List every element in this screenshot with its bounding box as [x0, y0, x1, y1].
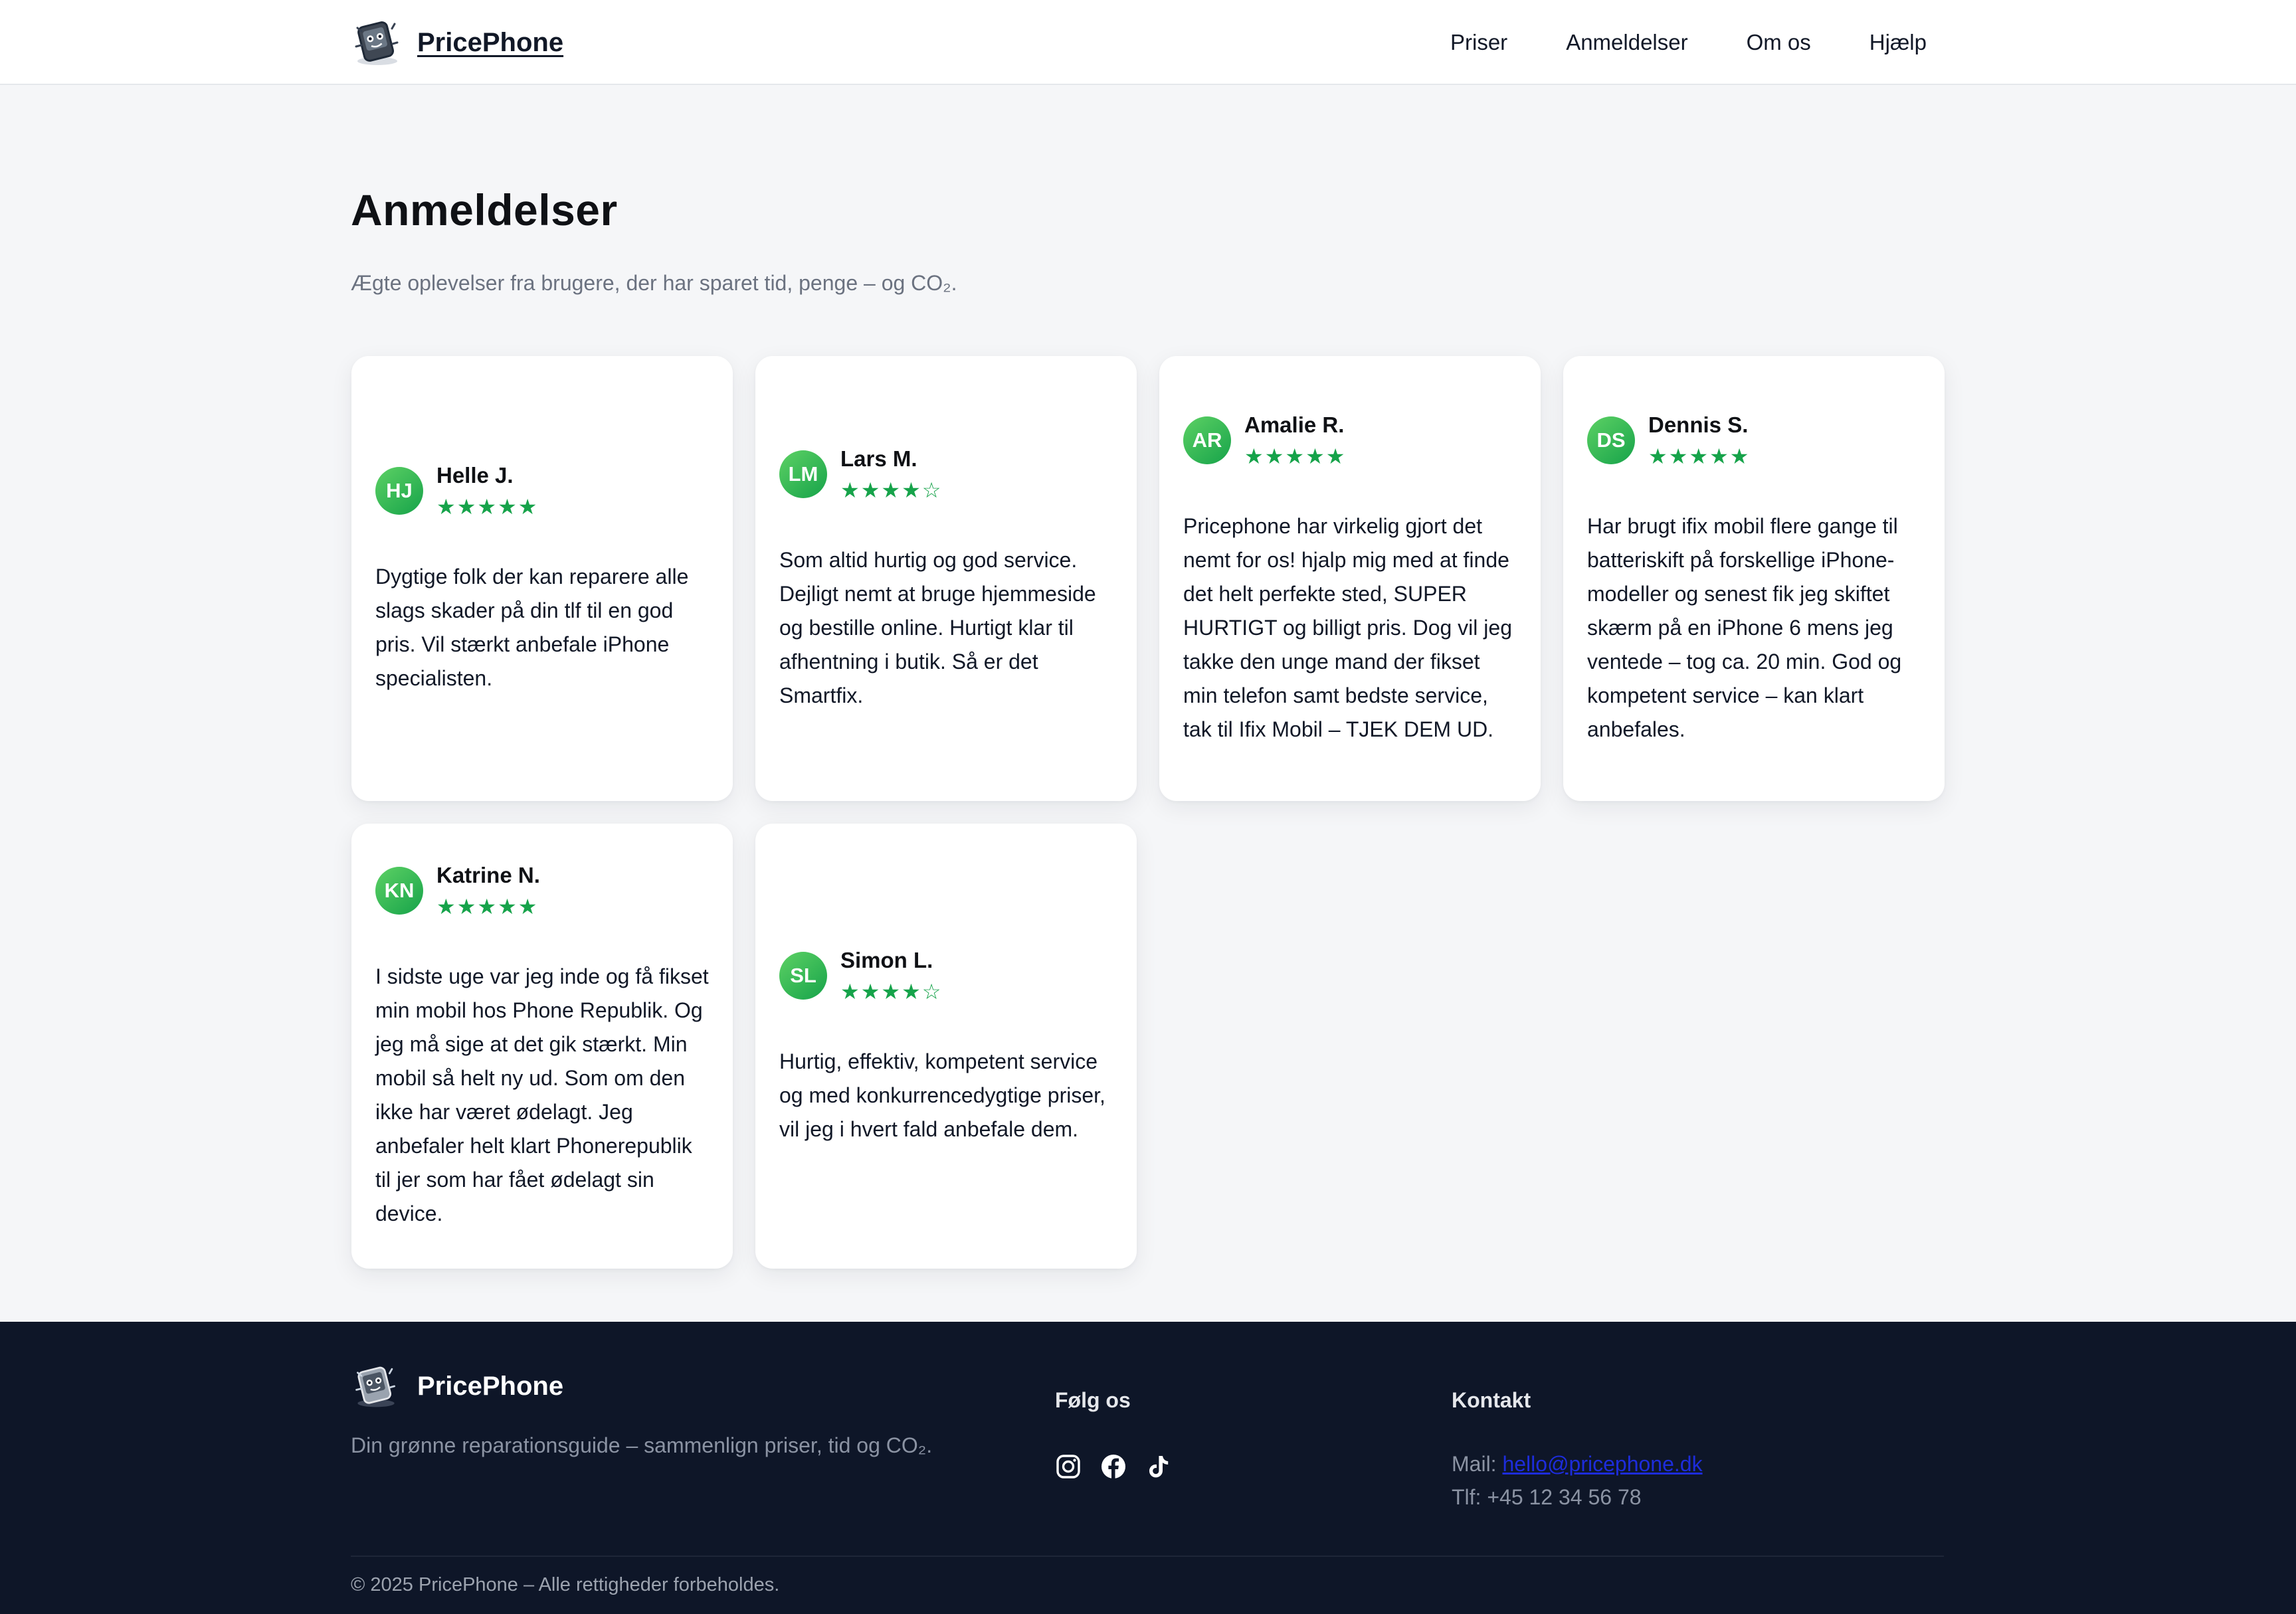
- nav-link-anmeldelser[interactable]: Anmeldelser: [1566, 27, 1687, 58]
- star-rating: ★★★★★: [1244, 444, 1347, 468]
- avatar: LM: [779, 450, 827, 498]
- star-rating: ★★★★★: [436, 895, 539, 919]
- instagram-icon[interactable]: [1055, 1453, 1082, 1480]
- avatar: KN: [375, 867, 423, 915]
- review-card: HJ Helle J. ★★★★★ Dygtige folk der kan r…: [351, 356, 733, 801]
- nav-link-om-os[interactable]: Om os: [1747, 27, 1811, 58]
- review-card: AR Amalie R. ★★★★★ Pricephone har virkel…: [1159, 356, 1541, 801]
- review-header: LM Lars M. ★★★★☆: [779, 445, 1113, 503]
- review-header: DS Dennis S. ★★★★★: [1587, 411, 1921, 470]
- reviewer-name: Simon L.: [840, 947, 933, 972]
- reviewer-info: Helle J. ★★★★★: [436, 462, 538, 520]
- nav-link-priser[interactable]: Priser: [1450, 27, 1507, 58]
- mail-label: Mail:: [1452, 1452, 1497, 1476]
- avatar: HJ: [375, 467, 423, 515]
- review-text: I sidste uge var jeg inde og få fikset m…: [375, 964, 709, 1225]
- review-header: SL Simon L. ★★★★☆: [779, 946, 1113, 1005]
- follow-heading: Følg os: [1055, 1388, 1131, 1412]
- footer-tagline: Din grønne reparationsguide – sammenlign…: [351, 1433, 933, 1457]
- review-text: Pricephone har virkelig gjort det nemt f…: [1183, 513, 1512, 741]
- review-card: KN Katrine N. ★★★★★ I sidste uge var jeg…: [351, 824, 733, 1269]
- review-card: SL Simon L. ★★★★☆ Hurtig, effektiv, komp…: [755, 824, 1137, 1269]
- reviewer-name: Helle J.: [436, 463, 514, 488]
- review-text: Dygtige folk der kan reparere alle slags…: [375, 565, 689, 690]
- avatar: SL: [779, 951, 827, 1000]
- mail-link[interactable]: hello@pricephone.dk: [1502, 1452, 1702, 1476]
- page-subtitle: Ægte oplevelser fra brugere, der har spa…: [351, 271, 957, 295]
- nav-link-hjaelp[interactable]: Hjælp: [1869, 27, 1927, 58]
- review-text: Hurtig, effektiv, kompetent service og m…: [779, 1049, 1105, 1141]
- review-text: Har brugt ifix mobil flere gange til bat…: [1587, 513, 1902, 741]
- phone-mascot-logo-icon: [355, 21, 399, 65]
- reviewer-name: Dennis S.: [1648, 412, 1749, 437]
- copyright-text: © 2025 PricePhone – Alle rettigheder for…: [351, 1574, 780, 1595]
- reviewer-name: Lars M.: [840, 446, 917, 471]
- tiktok-icon[interactable]: [1145, 1453, 1172, 1480]
- reviewer-name: Amalie R.: [1244, 412, 1345, 437]
- avatar: AR: [1183, 416, 1231, 464]
- contact-phone: Tlf: +45 12 34 56 78: [1452, 1485, 1642, 1509]
- brand-link[interactable]: PricePhone: [351, 17, 563, 68]
- avatar: DS: [1587, 416, 1635, 464]
- review-text: Som altid hurtig og god service. Dejligt…: [779, 547, 1096, 707]
- reviewer-info: Simon L. ★★★★☆: [840, 946, 942, 1005]
- main-nav: Priser Anmeldelser Om os Hjælp: [1450, 27, 1927, 58]
- phone-mascot-logo-icon: [355, 1366, 396, 1407]
- facebook-icon[interactable]: [1100, 1453, 1127, 1480]
- review-card: LM Lars M. ★★★★☆ Som altid hurtig og god…: [755, 356, 1137, 801]
- contact-mail: Mail: hello@pricephone.dk: [1452, 1452, 1703, 1477]
- star-rating: ★★★★☆: [840, 478, 943, 502]
- page-title: Anmeldelser: [351, 185, 618, 234]
- social-links: [1055, 1453, 1172, 1480]
- brand-name: PricePhone: [417, 27, 564, 57]
- contact-heading: Kontakt: [1452, 1388, 1531, 1412]
- star-rating: ★★★★★: [436, 495, 539, 519]
- review-header: HJ Helle J. ★★★★★: [375, 462, 709, 520]
- site-footer: PricePhone Din grønne reparationsguide –…: [0, 1322, 2296, 1614]
- footer-brand: PricePhone: [351, 1363, 563, 1409]
- reviewer-info: Katrine N. ★★★★★: [436, 861, 540, 920]
- reviewer-info: Lars M. ★★★★☆: [840, 445, 942, 503]
- review-header: KN Katrine N. ★★★★★: [375, 861, 709, 920]
- review-header: AR Amalie R. ★★★★★: [1183, 411, 1517, 470]
- footer-divider: [351, 1556, 1944, 1557]
- star-rating: ★★★★☆: [840, 979, 943, 1004]
- reviewer-name: Katrine N.: [436, 863, 540, 887]
- reviewer-info: Amalie R. ★★★★★: [1244, 411, 1346, 470]
- footer-brand-name: PricePhone: [417, 1371, 564, 1401]
- review-card: DS Dennis S. ★★★★★ Har brugt ifix mobil …: [1563, 356, 1945, 801]
- reviewer-info: Dennis S. ★★★★★: [1648, 411, 1750, 470]
- top-navbar: PricePhone Priser Anmeldelser Om os Hjæl…: [0, 0, 2296, 85]
- star-rating: ★★★★★: [1648, 444, 1751, 468]
